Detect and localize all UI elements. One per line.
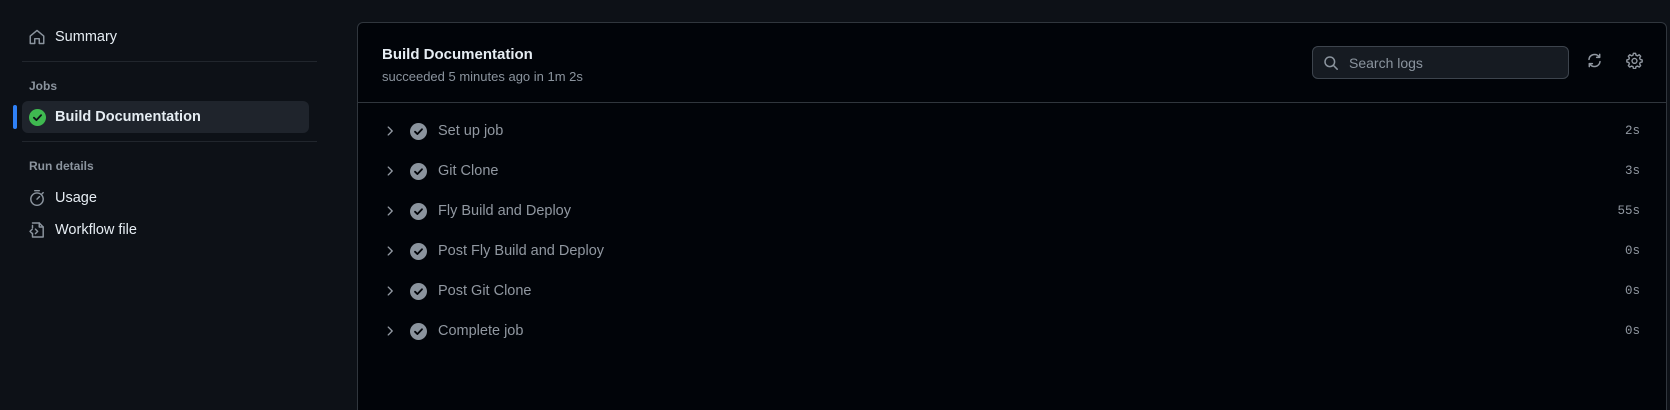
- sidebar-item-build-documentation[interactable]: Build Documentation: [22, 101, 309, 133]
- job-log-panel: Build Documentation succeeded 5 minutes …: [357, 22, 1667, 410]
- step-duration: 2s: [1624, 124, 1640, 138]
- chevron-right-icon[interactable]: [382, 203, 398, 219]
- sidebar: Summary Jobs Build Documentation Run det…: [0, 0, 340, 410]
- sidebar-divider: [22, 141, 317, 142]
- step-name: Fly Build and Deploy: [438, 203, 571, 219]
- check-circle-icon: [410, 122, 427, 140]
- sidebar-item-label: Summary: [55, 29, 118, 45]
- check-circle-icon: [410, 202, 427, 220]
- sidebar-item-summary[interactable]: Summary: [22, 21, 309, 53]
- sidebar-item-label: Workflow file: [55, 222, 137, 238]
- chevron-right-icon[interactable]: [382, 323, 398, 339]
- file-code-icon: [28, 221, 46, 239]
- check-circle-fill-icon: [28, 108, 46, 126]
- check-circle-icon: [410, 242, 427, 260]
- step-row[interactable]: Complete job 0s: [358, 311, 1666, 351]
- chevron-right-icon[interactable]: [382, 163, 398, 179]
- search-logs-input[interactable]: [1347, 53, 1551, 72]
- step-duration: 55s: [1617, 204, 1640, 218]
- search-icon: [1323, 55, 1339, 71]
- chevron-right-icon[interactable]: [382, 283, 398, 299]
- sidebar-divider: [22, 61, 317, 62]
- sidebar-item-workflow-file[interactable]: Workflow file: [22, 214, 309, 246]
- sidebar-item-label: Usage: [55, 190, 97, 206]
- jobs-heading: Jobs: [29, 79, 58, 93]
- chevron-right-icon[interactable]: [382, 243, 398, 259]
- sync-icon: [1586, 52, 1603, 74]
- settings-button[interactable]: [1624, 52, 1644, 74]
- sidebar-item-label: Build Documentation: [55, 109, 201, 125]
- job-header: Build Documentation succeeded 5 minutes …: [358, 23, 1666, 103]
- step-duration: 0s: [1624, 284, 1640, 298]
- step-name: Post Fly Build and Deploy: [438, 243, 605, 259]
- step-row[interactable]: Set up job 2s: [358, 111, 1666, 151]
- search-logs-field[interactable]: [1312, 46, 1569, 79]
- step-name: Complete job: [438, 323, 524, 339]
- step-row[interactable]: Git Clone 3s: [358, 151, 1666, 191]
- job-steps-list: Set up job 2s Git Clone 3s Fly Build and Dep…: [358, 111, 1666, 351]
- refresh-button[interactable]: [1584, 53, 1604, 73]
- step-name: Git Clone: [438, 163, 499, 179]
- workflow-run-page: Summary Jobs Build Documentation Run det…: [0, 0, 1670, 410]
- chevron-right-icon[interactable]: [382, 123, 398, 139]
- check-circle-icon: [410, 322, 427, 340]
- job-status-text: succeeded 5 minutes ago in 1m 2s: [382, 69, 583, 84]
- step-duration: 0s: [1624, 244, 1640, 258]
- step-duration: 3s: [1624, 164, 1640, 178]
- check-circle-icon: [410, 162, 427, 180]
- step-row[interactable]: Post Git Clone 0s: [358, 271, 1666, 311]
- home-icon: [28, 28, 46, 46]
- step-row[interactable]: Fly Build and Deploy 55s: [358, 191, 1666, 231]
- job-title: Build Documentation: [382, 46, 533, 63]
- sidebar-item-usage[interactable]: Usage: [22, 182, 309, 214]
- step-duration: 0s: [1624, 324, 1640, 338]
- step-name: Set up job: [438, 123, 504, 139]
- check-circle-icon: [410, 282, 427, 300]
- step-name: Post Git Clone: [438, 283, 532, 299]
- run-details-heading: Run details: [29, 159, 94, 173]
- step-row[interactable]: Post Fly Build and Deploy 0s: [358, 231, 1666, 271]
- active-indicator: [13, 105, 17, 129]
- gear-icon: [1625, 52, 1643, 74]
- stopwatch-icon: [28, 189, 46, 207]
